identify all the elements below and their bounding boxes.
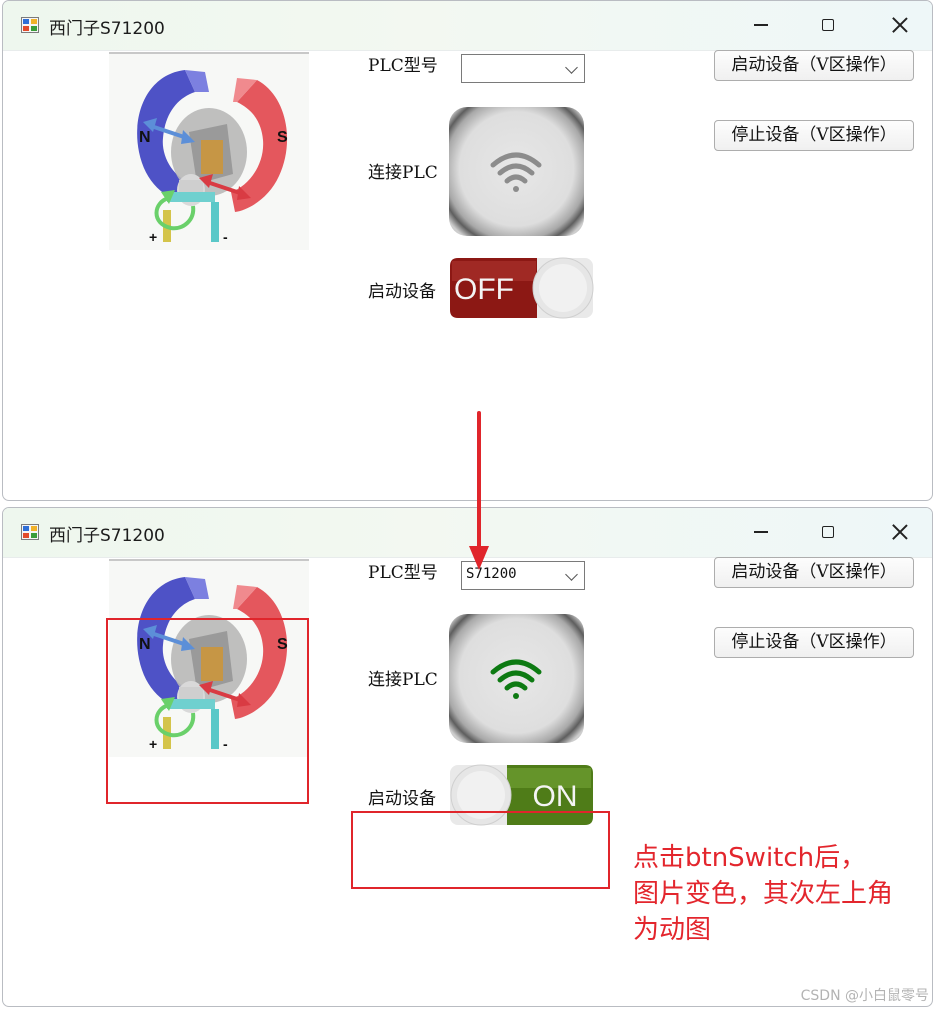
wifi-icon xyxy=(490,152,542,192)
annotation-line: 图片变色，其次左上角 xyxy=(633,879,894,909)
connect-plc-button[interactable] xyxy=(449,614,584,743)
btn-switch[interactable]: OFF xyxy=(449,257,594,319)
connect-plc-label: 连接PLC xyxy=(368,163,438,183)
motor-illustration: N S + - xyxy=(109,52,309,245)
highlight-box-switch xyxy=(351,811,610,889)
wifi-icon xyxy=(490,659,542,699)
window-title: 西门子S71200 xyxy=(49,526,165,546)
toggle-switch-graphic: OFF xyxy=(450,257,594,319)
plus-label: + xyxy=(149,229,157,245)
minimize-icon xyxy=(754,531,768,533)
start-device-label: 启动设备 xyxy=(368,282,436,302)
maximize-icon xyxy=(822,526,834,538)
connect-plc-button[interactable] xyxy=(449,107,584,236)
annotation-line: 点击btnSwitch后， xyxy=(633,843,867,873)
close-icon xyxy=(892,524,908,540)
start-device-label: 启动设备 xyxy=(368,789,436,809)
app-icon xyxy=(21,17,39,33)
stop-device-v-button[interactable]: 停止设备（V区操作） xyxy=(714,120,914,151)
chevron-down-icon xyxy=(565,568,578,581)
switch-state-text: ON xyxy=(533,780,578,813)
chevron-down-icon xyxy=(565,61,578,74)
connect-plc-label: 连接PLC xyxy=(368,670,438,690)
maximize-button[interactable] xyxy=(803,515,853,549)
stop-device-v-button[interactable]: 停止设备（V区操作） xyxy=(714,627,914,658)
watermark: CSDN @小白鼠零号 xyxy=(800,988,929,1004)
window-title: 西门子S71200 xyxy=(49,19,165,39)
highlight-box-motor xyxy=(106,618,309,804)
plc-model-label: PLC型号 xyxy=(368,56,438,76)
minimize-icon xyxy=(754,24,768,26)
minus-label: - xyxy=(223,229,228,245)
plc-model-label: PLC型号 xyxy=(368,563,438,583)
plc-model-select[interactable] xyxy=(461,54,585,83)
maximize-icon xyxy=(822,19,834,31)
start-device-v-button[interactable]: 启动设备（V区操作） xyxy=(714,50,914,81)
start-device-v-button[interactable]: 启动设备（V区操作） xyxy=(714,557,914,588)
close-icon xyxy=(892,17,908,33)
switch-state-text: OFF xyxy=(454,273,514,306)
pole-n-label: N xyxy=(139,129,151,146)
annotation-text: 点击btnSwitch后， 图片变色，其次左上角 为动图 xyxy=(633,840,923,948)
title-bar: 西门子S71200 xyxy=(3,1,932,51)
annotation-line: 为动图 xyxy=(633,915,712,945)
app-icon xyxy=(21,524,39,540)
flow-arrow xyxy=(469,411,489,570)
minimize-button[interactable] xyxy=(736,515,786,549)
minimize-button[interactable] xyxy=(736,8,786,42)
close-button[interactable] xyxy=(875,515,925,549)
close-button[interactable] xyxy=(875,8,925,42)
maximize-button[interactable] xyxy=(803,8,853,42)
pole-s-label: S xyxy=(277,129,288,146)
motor-picture: N S + - xyxy=(109,52,309,250)
